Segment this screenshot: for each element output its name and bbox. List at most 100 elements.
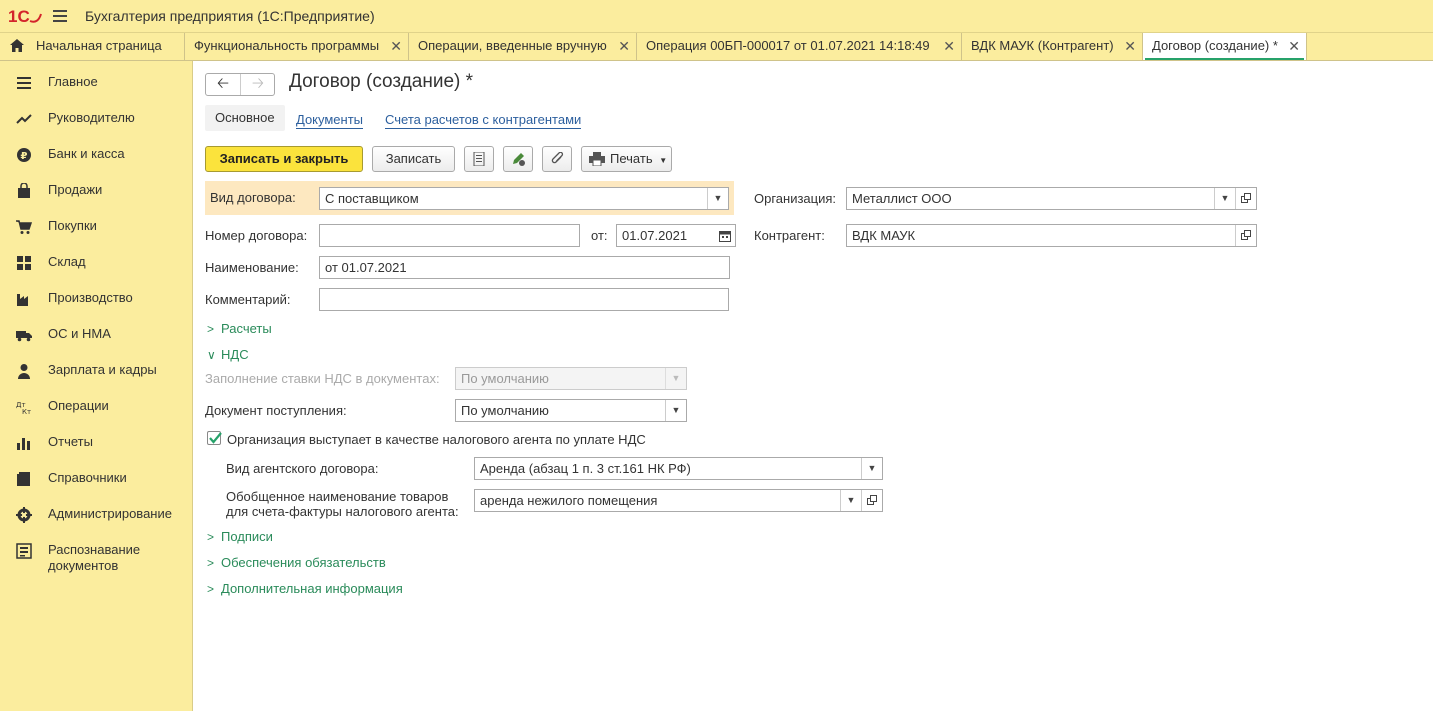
goods-name-label-2: для счета-фактуры налогового агента: bbox=[226, 504, 459, 519]
menu-lines-icon bbox=[17, 77, 31, 89]
chevron-down-icon: ▼ bbox=[659, 156, 668, 165]
sidebar-item-recognition[interactable]: Распознавание документов bbox=[0, 542, 192, 589]
contract-type-label: Вид договора: bbox=[210, 190, 296, 205]
edit-button[interactable] bbox=[503, 146, 533, 172]
printer-icon bbox=[589, 152, 605, 166]
book-icon bbox=[17, 472, 30, 486]
goods-name-label: Обобщенное наименование товаров bbox=[226, 489, 449, 504]
chevron-down-icon[interactable]: ▼ bbox=[861, 458, 882, 479]
sidebar-item-label: Отчеты bbox=[48, 434, 93, 449]
sidebar-item-label: ОС и НМА bbox=[48, 326, 111, 341]
gear-icon bbox=[16, 507, 32, 523]
calendar-icon[interactable] bbox=[715, 225, 735, 246]
history-nav: 🡠 🡢 bbox=[205, 73, 275, 96]
close-icon[interactable]: ✕ bbox=[1288, 33, 1300, 59]
chevron-down-icon[interactable]: ▼ bbox=[1214, 188, 1235, 209]
tab-home[interactable]: Начальная страница bbox=[0, 33, 185, 60]
contract-date-value: 01.07.2021 bbox=[622, 228, 688, 243]
trend-icon bbox=[16, 114, 32, 124]
svg-text:₽: ₽ bbox=[21, 151, 28, 162]
vat-fill-rate-select: По умолчанию ▼ bbox=[455, 367, 687, 390]
chevron-down-icon[interactable]: ▼ bbox=[707, 188, 728, 209]
sidebar-item-label: Распознавание документов bbox=[48, 542, 141, 573]
factory-icon bbox=[17, 294, 28, 306]
section-label: Обеспечения обязательств bbox=[221, 555, 386, 570]
open-icon[interactable] bbox=[1235, 225, 1256, 246]
scan-icon bbox=[16, 543, 32, 559]
receipt-document-select[interactable]: По умолчанию ▼ bbox=[455, 399, 687, 422]
attach-button[interactable] bbox=[542, 146, 572, 172]
close-icon[interactable]: ✕ bbox=[1124, 33, 1136, 59]
sidebar-item-label: Операции bbox=[48, 398, 109, 413]
tab-accounts[interactable]: Счета расчетов с контрагентами bbox=[385, 112, 582, 129]
app-title: Бухгалтерия предприятия (1С:Предприятие) bbox=[85, 8, 375, 24]
sidebar-item-label: Покупки bbox=[48, 218, 97, 233]
organization-label: Организация: bbox=[754, 191, 837, 206]
main-menu-icon[interactable] bbox=[53, 10, 67, 22]
save-button[interactable]: Записать bbox=[372, 146, 455, 172]
contract-date-input[interactable]: 01.07.2021 bbox=[616, 224, 736, 247]
contract-number-label: Номер договора: bbox=[205, 228, 308, 243]
1c-logo: 1С bbox=[8, 7, 42, 26]
dt-kt-icon: ДтКт bbox=[16, 401, 31, 415]
section-signatures[interactable]: > Подписи bbox=[207, 529, 273, 545]
chevron-down-icon[interactable]: ▼ bbox=[840, 490, 861, 511]
tab-contract-create[interactable]: Договор (создание) * ✕ bbox=[1143, 33, 1307, 60]
cart-icon bbox=[16, 220, 32, 234]
tab-counterparty[interactable]: ВДК МАУК (Контрагент) ✕ bbox=[962, 33, 1143, 60]
section-vat[interactable]: ∨ НДС bbox=[207, 347, 249, 363]
agent-contract-type-select[interactable]: Аренда (абзац 1 п. 3 ст.161 НК РФ) ▼ bbox=[474, 457, 883, 480]
organization-value: Металлист ООО bbox=[852, 191, 952, 206]
section-label: Подписи bbox=[221, 529, 273, 544]
comment-input[interactable] bbox=[319, 288, 729, 311]
forward-button[interactable]: 🡢 bbox=[241, 74, 275, 95]
goods-name-value: аренда нежилого помещения bbox=[480, 493, 658, 508]
counterparty-label: Контрагент: bbox=[754, 228, 825, 243]
goods-name-select[interactable]: аренда нежилого помещения ▼ bbox=[474, 489, 883, 512]
svg-text:Кт: Кт bbox=[22, 408, 31, 415]
chevron-down-icon: ∨ bbox=[207, 348, 216, 362]
sections-sidebar: Главное Руководителю ₽ Банк и касса Прод… bbox=[0, 61, 193, 711]
contract-type-select[interactable]: С поставщиком ▼ bbox=[319, 187, 729, 210]
contract-number-input[interactable] bbox=[319, 224, 580, 247]
section-additional-info[interactable]: > Дополнительная информация bbox=[207, 581, 403, 597]
document-list-icon bbox=[473, 152, 485, 166]
agent-contract-type-label: Вид агентского договора: bbox=[226, 461, 379, 476]
tab-label: Операции, введенные вручную bbox=[418, 38, 607, 53]
grid-icon bbox=[17, 256, 31, 270]
section-label: Расчеты bbox=[221, 321, 272, 336]
close-icon[interactable]: ✕ bbox=[390, 33, 402, 59]
tab-main[interactable]: Основное bbox=[205, 105, 285, 131]
section-obligations[interactable]: > Обеспечения обязательств bbox=[207, 555, 386, 571]
open-icon[interactable] bbox=[1235, 188, 1256, 209]
close-icon[interactable]: ✕ bbox=[943, 33, 955, 59]
tab-functionality[interactable]: Функциональность программы ✕ bbox=[185, 33, 409, 60]
tax-agent-checkbox[interactable] bbox=[207, 431, 222, 445]
contract-name-input[interactable]: от 01.07.2021 bbox=[319, 256, 730, 279]
counterparty-select[interactable]: ВДК МАУК bbox=[846, 224, 1257, 247]
tab-operation[interactable]: Операция 00БП-000017 от 01.07.2021 14:18… bbox=[637, 33, 962, 60]
print-button[interactable]: Печать ▼ bbox=[581, 146, 672, 172]
ruble-coin-icon: ₽ bbox=[17, 148, 31, 162]
close-icon[interactable]: ✕ bbox=[618, 33, 630, 59]
counterparty-value: ВДК МАУК bbox=[852, 228, 916, 243]
chevron-down-icon[interactable]: ▼ bbox=[665, 400, 686, 421]
chevron-right-icon: > bbox=[207, 582, 215, 596]
vat-fill-rate-label: Заполнение ставки НДС в документах: bbox=[205, 371, 440, 386]
report-button[interactable] bbox=[464, 146, 494, 172]
back-button[interactable]: 🡠 bbox=[206, 74, 241, 95]
section-payments[interactable]: > Расчеты bbox=[207, 321, 272, 337]
tab-manual-operations[interactable]: Операции, введенные вручную ✕ bbox=[409, 33, 637, 60]
sidebar-item-label: Руководителю bbox=[48, 110, 135, 125]
tab-documents[interactable]: Документы bbox=[296, 112, 364, 129]
section-label: НДС bbox=[221, 347, 249, 362]
agent-contract-type-value: Аренда (абзац 1 п. 3 ст.161 НК РФ) bbox=[480, 461, 691, 476]
sidebar-item-label: Банк и касса bbox=[48, 146, 125, 161]
vat-fill-rate-value: По умолчанию bbox=[461, 371, 549, 386]
person-icon bbox=[18, 364, 30, 379]
save-and-close-button[interactable]: Записать и закрыть bbox=[205, 146, 363, 172]
contract-type-value: С поставщиком bbox=[325, 191, 419, 206]
open-icon[interactable] bbox=[861, 490, 882, 511]
svg-text:1С: 1С bbox=[8, 7, 30, 26]
organization-select[interactable]: Металлист ООО ▼ bbox=[846, 187, 1257, 210]
